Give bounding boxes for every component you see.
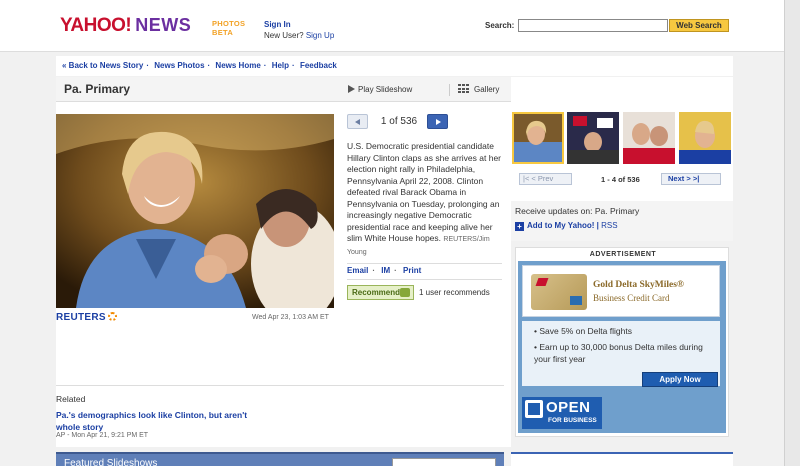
- related-story-meta: AP - Mon Apr 21, 9:21 PM ET: [56, 432, 149, 439]
- photos-beta-badge: PHOTOS BETA: [212, 19, 246, 37]
- nav-news-photos[interactable]: News Photos: [154, 61, 204, 70]
- main-photo[interactable]: [56, 114, 334, 308]
- featured-title: Featured Slideshows: [64, 458, 158, 466]
- ad-body[interactable]: Gold Delta SkyMiles® Business Credit Car…: [518, 261, 726, 433]
- ad-title: Gold Delta SkyMiles®: [593, 280, 685, 290]
- signin-block: Sign In New User? Sign Up: [264, 19, 334, 41]
- thumbnail-2[interactable]: [567, 112, 619, 164]
- print-link[interactable]: Print: [403, 266, 421, 275]
- thumbnail-1[interactable]: [512, 112, 564, 164]
- search-label: Search:: [485, 21, 515, 30]
- updates-heading: Receive updates on: Pa. Primary: [515, 206, 640, 216]
- ad-bullet-2: • Earn up to 30,000 bonus Delta miles du…: [534, 342, 703, 364]
- nav-bar: « Back to News Story · News Photos · News …: [56, 56, 733, 76]
- nav-news-home[interactable]: News Home: [215, 61, 260, 70]
- nav-help[interactable]: Help: [272, 61, 289, 70]
- thumbnail-4[interactable]: [679, 112, 731, 164]
- related-heading: Related: [56, 394, 86, 404]
- sign-in-link[interactable]: Sign In: [264, 19, 334, 30]
- thumbs-range: 1 - 4 of 536: [601, 175, 640, 184]
- divider: [347, 279, 502, 280]
- right-column: |< < Prev 1 - 4 of 536 Next > >| Receive…: [511, 77, 733, 447]
- new-user-text: New User?: [264, 31, 304, 40]
- ad-card-banner: Gold Delta SkyMiles® Business Credit Car…: [522, 265, 720, 317]
- rss-link[interactable]: RSS: [601, 221, 617, 230]
- im-link[interactable]: IM: [381, 266, 390, 275]
- featured-slideshows-bar: Featured Slideshows: [56, 452, 504, 466]
- featured-select[interactable]: [392, 458, 496, 466]
- credit-card-icon: [531, 274, 587, 310]
- slideshow-titlebar: Pa. Primary Play Slideshow Gallery: [56, 77, 511, 102]
- yahoo-news-logo[interactable]: YAHOO! NEWS: [60, 15, 191, 37]
- thumbnail-3[interactable]: [623, 112, 675, 164]
- ad-bullet-1: • Save 5% on Delta flights: [534, 326, 632, 336]
- related-story-link[interactable]: Pa.'s demographics look like Clinton, bu…: [56, 409, 256, 433]
- amex-icon: [525, 400, 543, 418]
- reuters-dot-icon: [107, 312, 117, 321]
- recommend-button[interactable]: Recommend: [347, 285, 414, 300]
- reuters-logo: REUTERS: [56, 312, 117, 323]
- ad-label: ADVERTISEMENT: [589, 251, 657, 258]
- logo-news-text: NEWS: [135, 15, 192, 35]
- sign-up-link[interactable]: Sign Up: [306, 31, 334, 40]
- next-photo-button[interactable]: [427, 114, 448, 129]
- play-slideshow-button[interactable]: Play Slideshow: [348, 85, 412, 94]
- amex-open-logo: OPEN FOR BUSINESS: [522, 397, 602, 429]
- photo-date: Wed Apr 23, 1:03 AM ET: [252, 314, 329, 321]
- bottom-right-box: [511, 452, 733, 466]
- share-links: Email · IM · Print: [347, 266, 422, 275]
- thumbs-up-icon: [400, 288, 410, 297]
- photo-caption: U.S. Democratic presidential candidate H…: [347, 141, 502, 256]
- divider: [56, 385, 504, 386]
- web-search-button[interactable]: Web Search: [669, 19, 729, 32]
- nav-feedback[interactable]: Feedback: [300, 61, 337, 70]
- logo-yahoo-text: YAHOO!: [60, 15, 132, 36]
- header: YAHOO! NEWS PHOTOS BETA Sign In New User?…: [0, 0, 800, 52]
- ad-subtitle: Business Credit Card: [593, 293, 670, 303]
- photo-counter: 1 of 536: [380, 116, 418, 127]
- slideshow-main: Pa. Primary Play Slideshow Gallery REUTE…: [56, 77, 511, 447]
- recommend-count: 1 user recommends: [419, 288, 490, 297]
- vertical-scrollbar[interactable]: [784, 0, 800, 466]
- play-icon: [348, 85, 355, 93]
- divider: [347, 263, 502, 264]
- nav-back-to-story[interactable]: « Back to News Story: [62, 61, 143, 70]
- email-link[interactable]: Email: [347, 266, 368, 275]
- page-title: Pa. Primary: [64, 82, 131, 96]
- thumbs-prev-button[interactable]: |< < Prev: [519, 173, 572, 185]
- grid-icon: [458, 84, 469, 93]
- thumbnail-strip: |< < Prev 1 - 4 of 536 Next > >|: [511, 77, 733, 210]
- prev-photo-button[interactable]: [347, 114, 368, 129]
- updates-box: Receive updates on: Pa. Primary + Add to …: [511, 201, 733, 241]
- apply-now-button[interactable]: Apply Now: [642, 372, 718, 387]
- search-input[interactable]: [518, 19, 668, 32]
- thumbs-next-button[interactable]: Next > >|: [661, 173, 721, 185]
- advertisement[interactable]: ADVERTISEMENT Gold Delta SkyMiles® Busin…: [515, 247, 729, 437]
- plus-icon: +: [515, 222, 524, 231]
- gallery-button[interactable]: Gallery: [449, 84, 499, 96]
- add-to-my-yahoo-link[interactable]: Add to My Yahoo!: [527, 221, 594, 230]
